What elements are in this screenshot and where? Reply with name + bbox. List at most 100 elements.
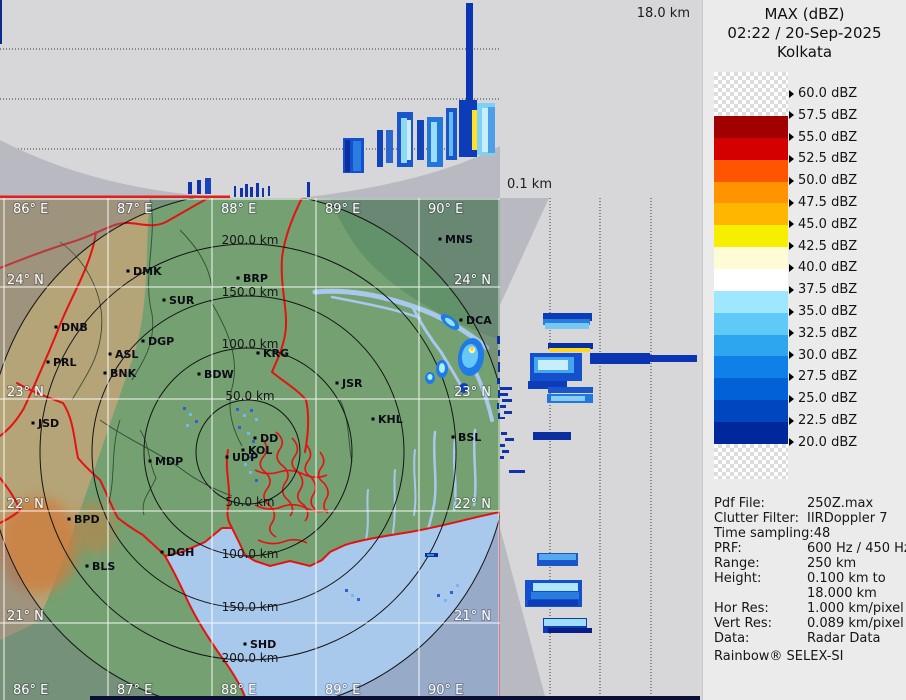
info-value: 250Z.max: [807, 496, 874, 511]
svg-text:24° N: 24° N: [7, 273, 44, 288]
profile-background: [500, 198, 702, 700]
info-row: Vert Res: 0.089 km/pixel: [714, 616, 904, 631]
scale-label-row: 27.5 dBZ: [789, 369, 857, 384]
svg-text:DMK: DMK: [133, 265, 162, 278]
radar-app-window: 18.0 km 0.1 km DMK BRP MNS SUR DNB ASL D…: [0, 0, 906, 700]
svg-text:200.0 km: 200.0 km: [222, 651, 279, 665]
scale-label-row: 45.0 dBZ: [789, 217, 857, 232]
svg-text:JSR: JSR: [341, 377, 363, 390]
scale-value-label: 50.0 dBZ: [798, 173, 858, 189]
info-label: Clutter Filter:: [714, 511, 799, 526]
info-value: Radar Data: [807, 631, 881, 646]
scale-label-row: 57.5 dBZ: [789, 108, 857, 123]
bottom-edge-bar: [90, 696, 700, 700]
scale-tick-arrow-icon: [789, 89, 794, 98]
scale-label-row: 50.0 dBZ: [789, 173, 857, 188]
svg-text:87° E: 87° E: [117, 202, 152, 217]
radar-map-display: DMKBRPMNSSURDNBASLDGPKRGPRLBNK BDWJSRDCAJ…: [0, 198, 500, 700]
svg-text:DGP: DGP: [148, 335, 174, 348]
svg-text:BNK: BNK: [110, 367, 137, 380]
info-row: Hor Res: 1.000 km/pixel: [714, 601, 904, 616]
svg-text:MDP: MDP: [155, 455, 183, 468]
scale-label-row: 52.5 dBZ: [789, 151, 857, 166]
svg-text:DCA: DCA: [466, 314, 492, 327]
software-brand: Rainbow® SELEX-SI: [714, 649, 844, 664]
svg-text:BSL: BSL: [458, 431, 481, 444]
map-terrain-hills: [75, 502, 115, 554]
info-label: [714, 586, 807, 601]
side-height-profile-panel: [500, 198, 702, 700]
scale-tick-arrow-icon: [789, 438, 794, 447]
info-label: Vert Res:: [714, 616, 773, 631]
scale-value-label: 60.0 dBZ: [798, 86, 858, 101]
scale-label-row: 47.5 dBZ: [789, 195, 857, 210]
scale-value-label: 20.0 dBZ: [798, 434, 858, 450]
scale-value-label: 55.0 dBZ: [798, 129, 858, 145]
svg-text:88° E: 88° E: [221, 202, 256, 217]
info-row: 18.000 km: [714, 586, 904, 601]
info-row: Pdf File: 250Z.max: [714, 496, 904, 511]
info-label: Time sampling:: [714, 526, 814, 541]
scale-label-row: 20.0 dBZ: [789, 435, 857, 450]
svg-text:MNS: MNS: [445, 233, 473, 246]
svg-text:ASL: ASL: [115, 348, 138, 361]
svg-text:22° N: 22° N: [7, 497, 44, 512]
svg-text:PRL: PRL: [53, 356, 77, 369]
svg-text:DNB: DNB: [61, 321, 88, 334]
scale-label-row: 25.0 dBZ: [789, 391, 857, 406]
scale-tick-arrow-icon: [789, 111, 794, 120]
info-row: Height: 0.100 km to: [714, 571, 904, 586]
svg-text:200.0 km: 200.0 km: [222, 233, 279, 247]
svg-text:SUR: SUR: [169, 294, 195, 307]
svg-text:90° E: 90° E: [428, 202, 463, 217]
scale-tick-arrow-icon: [789, 372, 794, 381]
info-label: Range:: [714, 556, 760, 571]
svg-text:KHL: KHL: [378, 413, 403, 426]
scale-value-label: 45.0 dBZ: [798, 216, 858, 232]
scale-value-label: 30.0 dBZ: [798, 347, 858, 363]
scale-value-label: 22.5 dBZ: [798, 413, 858, 428]
svg-text:UDP: UDP: [232, 451, 258, 464]
info-value: IIRDoppler 7: [807, 511, 888, 526]
scale-label-row: 22.5 dBZ: [789, 413, 857, 428]
scale-value-label: 25.0 dBZ: [798, 391, 858, 407]
info-value: 0.100 km to: [807, 571, 886, 586]
svg-text:JSD: JSD: [37, 417, 59, 430]
top-height-profile-panel: [0, 0, 500, 198]
info-value: 48: [813, 526, 831, 541]
info-label: Data:: [714, 631, 750, 646]
svg-text:100.0 km: 100.0 km: [222, 547, 279, 561]
scale-tick-arrow-icon: [789, 198, 794, 207]
scale-label-row: 40.0 dBZ: [789, 260, 857, 275]
info-row: Time sampling: 48: [714, 526, 904, 541]
legend-panel: MAX (dBZ) 02:22 / 20-Sep-2025 Kolkata 60…: [702, 0, 906, 700]
scale-tick-arrow-icon: [789, 220, 794, 229]
info-label: Hor Res:: [714, 601, 769, 616]
info-row: PRF: 600 Hz / 450 Hz: [714, 541, 906, 556]
scale-tick-arrow-icon: [789, 176, 794, 185]
svg-text:21° N: 21° N: [454, 609, 491, 624]
scale-value-label: 57.5 dBZ: [798, 107, 858, 123]
info-value: 600 Hz / 450 Hz: [807, 541, 906, 556]
svg-text:89° E: 89° E: [325, 202, 360, 217]
scale-label-row: 37.5 dBZ: [789, 282, 857, 297]
info-value: 1.000 km/pixel: [807, 601, 904, 616]
svg-text:86° E: 86° E: [13, 202, 48, 217]
scale-tick-arrow-icon: [789, 351, 794, 360]
svg-text:100.0 km: 100.0 km: [222, 337, 279, 351]
scale-value-label: 47.5 dBZ: [798, 195, 858, 210]
info-row: Clutter Filter: IIRDoppler 7: [714, 511, 904, 526]
scale-value-label: 42.5 dBZ: [798, 238, 858, 254]
scale-label-row: 42.5 dBZ: [789, 239, 857, 254]
profile-corner-panel: 18.0 km 0.1 km: [500, 0, 702, 198]
max-height-label: 18.0 km: [636, 6, 690, 21]
svg-text:BDW: BDW: [204, 368, 234, 381]
svg-text:DGH: DGH: [167, 546, 194, 559]
svg-text:50.0 km: 50.0 km: [225, 389, 274, 403]
info-label: Height:: [714, 571, 762, 586]
info-value: 250 km: [807, 556, 857, 571]
scale-label-row: 30.0 dBZ: [789, 348, 857, 363]
info-row: Range: 250 km: [714, 556, 904, 571]
scale-tick-arrow-icon: [789, 394, 794, 403]
scale-tick-arrow-icon: [789, 329, 794, 338]
